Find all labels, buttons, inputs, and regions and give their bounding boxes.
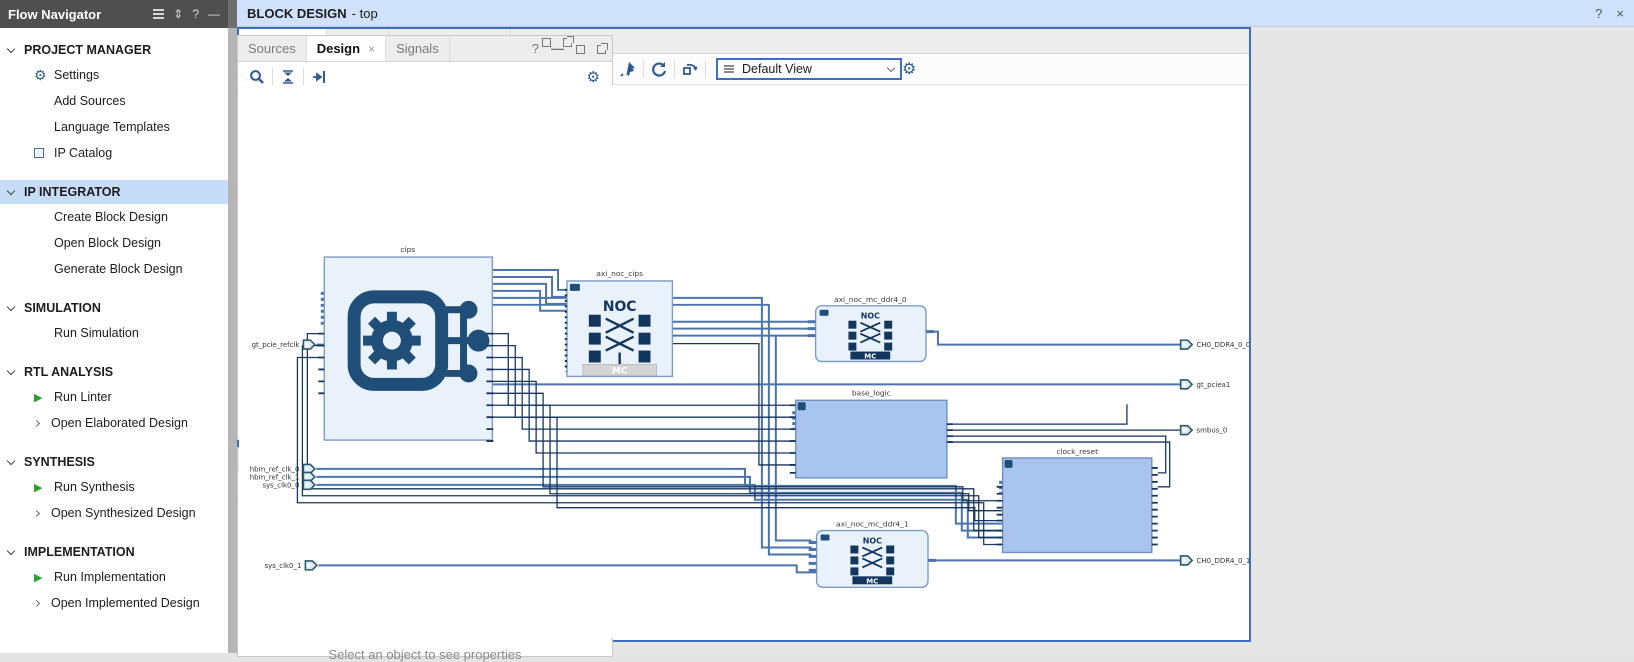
chevron-right-icon bbox=[33, 599, 40, 606]
list-icon bbox=[724, 68, 734, 70]
close-icon[interactable]: × bbox=[1616, 6, 1624, 21]
svg-text:sys_clk0_1: sys_clk0_1 bbox=[264, 562, 301, 570]
help-icon[interactable]: ? bbox=[1595, 6, 1602, 21]
sidebar-item-generate-block-design[interactable]: Generate Block Design bbox=[0, 256, 228, 282]
sidebar-item-create-block-design[interactable]: Create Block Design bbox=[0, 204, 228, 230]
chevron-right-icon bbox=[33, 419, 40, 426]
svg-text:cips: cips bbox=[400, 245, 415, 254]
svg-text:clock_reset: clock_reset bbox=[1056, 447, 1098, 456]
block-diagram: cips bbox=[239, 85, 1249, 638]
sidebar-item-open-synthesized-design[interactable]: Open Synthesized Design bbox=[0, 500, 228, 526]
section-rtl-analysis[interactable]: RTL ANALYSIS bbox=[0, 360, 228, 384]
flow-navigator: Flow Navigator ⇕ ? — PROJECT MANAGER ⚙ S… bbox=[0, 0, 228, 653]
chevron-down-icon bbox=[7, 456, 15, 464]
svg-text:gt_pcie_refclk: gt_pcie_refclk bbox=[252, 341, 300, 349]
block-design-title: BLOCK DESIGN bbox=[247, 6, 347, 21]
sidebar-item-open-implemented-design[interactable]: Open Implemented Design bbox=[0, 590, 228, 616]
sidebar-item-ip-catalog[interactable]: IP Catalog bbox=[0, 140, 228, 166]
menu-icon[interactable] bbox=[153, 13, 164, 15]
refresh-icon[interactable] bbox=[646, 57, 672, 81]
block-axi-noc-cips[interactable]: axi_noc_cips NOC MC bbox=[566, 269, 672, 376]
block-design-subtitle: - top bbox=[352, 6, 378, 21]
sidebar-item-run-synthesis[interactable]: ▶ Run Synthesis bbox=[0, 474, 228, 500]
pin-icon[interactable] bbox=[615, 57, 641, 81]
float-icon[interactable] bbox=[563, 38, 572, 47]
diagram-panel: Diagram × NoC × Address Editor × ? bbox=[237, 27, 1251, 642]
svg-text:NOC: NOC bbox=[863, 537, 882, 546]
chevron-down-icon bbox=[887, 63, 895, 71]
section-project-manager[interactable]: PROJECT MANAGER bbox=[0, 38, 228, 62]
run-icon: ▶ bbox=[34, 481, 42, 494]
chevron-right-icon bbox=[33, 509, 40, 516]
svg-text:axi_noc_mc_ddr4_0: axi_noc_mc_ddr4_0 bbox=[834, 295, 907, 304]
block-base-logic[interactable]: base_logic bbox=[790, 388, 953, 478]
panel-gutter[interactable] bbox=[228, 0, 237, 653]
view-selector-dropdown[interactable]: Default View bbox=[716, 58, 902, 80]
tab-close-icon[interactable]: × bbox=[368, 42, 375, 56]
svg-text:NOC: NOC bbox=[861, 312, 880, 321]
section-synthesis[interactable]: SYNTHESIS bbox=[0, 450, 228, 474]
regenerate-layout-icon[interactable] bbox=[677, 57, 703, 81]
help-icon[interactable]: ? bbox=[192, 7, 199, 21]
chevron-down-icon bbox=[7, 546, 15, 554]
svg-text:sys_clk0_0: sys_clk0_0 bbox=[262, 481, 299, 489]
expand-collapse-icon[interactable]: ⇕ bbox=[173, 7, 183, 21]
chevron-down-icon bbox=[7, 186, 15, 194]
svg-text:axi_noc_mc_ddr4_1: axi_noc_mc_ddr4_1 bbox=[836, 520, 909, 529]
view-selector-value: Default View bbox=[742, 62, 888, 76]
gear-icon[interactable]: ⚙ bbox=[587, 68, 600, 86]
block-clock-reset[interactable]: clock_reset bbox=[997, 447, 1158, 552]
svg-text:base_logic: base_logic bbox=[852, 388, 891, 397]
svg-text:MC: MC bbox=[864, 353, 876, 361]
svg-text:gt_pciea1: gt_pciea1 bbox=[1197, 381, 1231, 389]
maximize-icon[interactable] bbox=[542, 38, 551, 47]
gear-icon: ⚙ bbox=[34, 67, 47, 84]
tab-design[interactable]: Design × bbox=[307, 36, 386, 61]
sidebar-item-run-simulation[interactable]: Run Simulation bbox=[0, 320, 228, 346]
run-icon: ▶ bbox=[34, 391, 42, 404]
sidebar-item-language-templates[interactable]: Language Templates bbox=[0, 114, 228, 140]
chevron-down-icon bbox=[7, 44, 15, 52]
section-simulation[interactable]: SIMULATION bbox=[0, 296, 228, 320]
chevron-down-icon bbox=[7, 366, 15, 374]
svg-text:MC: MC bbox=[612, 366, 627, 376]
flow-navigator-title: Flow Navigator bbox=[8, 7, 101, 22]
gear-icon[interactable]: ⚙ bbox=[902, 59, 916, 79]
block-design-header: BLOCK DESIGN - top ? × bbox=[237, 0, 1634, 27]
chevron-down-icon bbox=[7, 302, 15, 310]
tab-signals[interactable]: Signals bbox=[386, 36, 450, 61]
block-cips[interactable]: cips bbox=[318, 245, 493, 441]
sidebar-item-open-elaborated-design[interactable]: Open Elaborated Design bbox=[0, 410, 228, 436]
sidebar-item-run-implementation[interactable]: ▶ Run Implementation bbox=[0, 564, 228, 590]
float-icon[interactable] bbox=[597, 45, 606, 54]
svg-text:hbm_ref_clk_0: hbm_ref_clk_0 bbox=[250, 465, 300, 473]
svg-text:smbus_0: smbus_0 bbox=[1197, 427, 1228, 435]
minimize-icon[interactable]: — bbox=[208, 7, 220, 21]
diagram-canvas[interactable]: cips bbox=[239, 85, 1249, 638]
maximize-icon[interactable] bbox=[576, 45, 585, 54]
section-ip-integrator[interactable]: IP INTEGRATOR bbox=[0, 180, 228, 204]
help-icon[interactable]: ? bbox=[532, 41, 539, 56]
flow-navigator-header: Flow Navigator ⇕ ? — bbox=[0, 0, 228, 28]
run-icon: ▶ bbox=[34, 571, 42, 584]
svg-text:CH0_DDR4_0_0: CH0_DDR4_0_0 bbox=[1197, 341, 1249, 349]
ip-catalog-icon bbox=[34, 148, 44, 158]
tab-sources[interactable]: Sources bbox=[238, 36, 307, 61]
svg-text:hbm_ref_clk_1: hbm_ref_clk_1 bbox=[250, 473, 300, 481]
properties-empty-message: Select an object to see properties bbox=[238, 647, 612, 662]
svg-text:MC: MC bbox=[866, 577, 878, 585]
svg-text:axi_noc_cips: axi_noc_cips bbox=[596, 269, 643, 278]
sidebar-item-open-block-design[interactable]: Open Block Design bbox=[0, 230, 228, 256]
sidebar-item-settings[interactable]: ⚙ Settings bbox=[0, 62, 228, 88]
sidebar-item-add-sources[interactable]: Add Sources bbox=[0, 88, 228, 114]
block-axi-noc-mc-ddr4-1[interactable]: axi_noc_mc_ddr4_1 NOC MC bbox=[809, 520, 936, 588]
svg-text:CH0_DDR4_0_1: CH0_DDR4_0_1 bbox=[1197, 557, 1249, 565]
svg-text:NOC: NOC bbox=[603, 299, 637, 315]
sidebar-item-run-linter[interactable]: ▶ Run Linter bbox=[0, 384, 228, 410]
external-ports-right[interactable]: CH0_DDR4_0_0 gt_pciea1 smbus_0 CH0_DDR4_… bbox=[1181, 340, 1249, 565]
section-implementation[interactable]: IMPLEMENTATION bbox=[0, 540, 228, 564]
block-axi-noc-mc-ddr4-0[interactable]: axi_noc_mc_ddr4_0 NOC MC bbox=[808, 295, 934, 362]
